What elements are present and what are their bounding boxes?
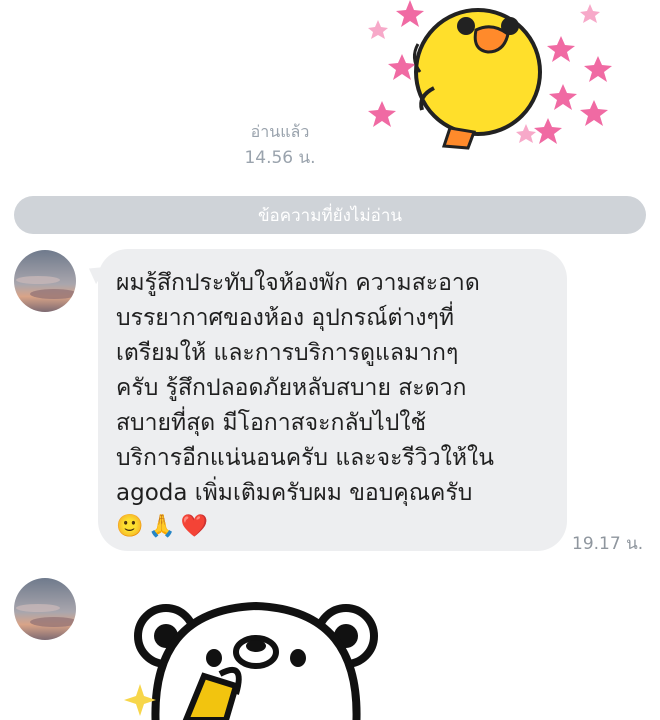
star-icon: [547, 36, 575, 62]
star-icon: [549, 84, 577, 110]
sunset-sky-avatar-icon: [14, 578, 76, 640]
incoming-message-bubble[interactable]: ผมรู้สึกประทับใจห้องพัก ความสะอาด บรรยาก…: [98, 249, 567, 551]
unread-messages-divider: ข้อความที่ยังไม่อ่าน: [14, 196, 646, 234]
smile-emoji-icon: 🙂: [116, 514, 144, 539]
duck-sticker-icon[interactable]: [358, 0, 620, 152]
sender-avatar[interactable]: [14, 578, 76, 640]
star-icon: [388, 54, 416, 80]
unread-divider-label: ข้อความที่ยังไม่อ่าน: [257, 205, 403, 226]
star-icon: [580, 4, 600, 23]
star-icon: [516, 124, 536, 143]
heart-emoji-icon: ❤️: [180, 514, 209, 539]
sunset-sky-avatar-icon: [14, 250, 76, 312]
outgoing-timestamp: 14.56 น.: [244, 148, 316, 168]
star-icon: [396, 0, 424, 27]
sparkle-icon: [124, 684, 156, 716]
star-icon: [580, 100, 608, 126]
incoming-timestamp: 19.17 น.: [572, 534, 644, 554]
star-icon: [368, 20, 388, 39]
message-text: ผมรู้สึกประทับใจห้องพัก ความสะอาด บรรยาก…: [116, 270, 494, 506]
star-icon: [534, 118, 562, 144]
star-icon: [368, 101, 396, 127]
star-icon: [584, 56, 612, 82]
emoji-row: 🙂 🙏 ❤️: [116, 513, 549, 541]
sender-avatar[interactable]: [14, 250, 76, 312]
pray-emoji-icon: 🙏: [148, 514, 176, 539]
white-bear-trophy-sticker-icon[interactable]: [108, 590, 398, 720]
read-receipt: อ่านแล้ว: [250, 122, 310, 141]
